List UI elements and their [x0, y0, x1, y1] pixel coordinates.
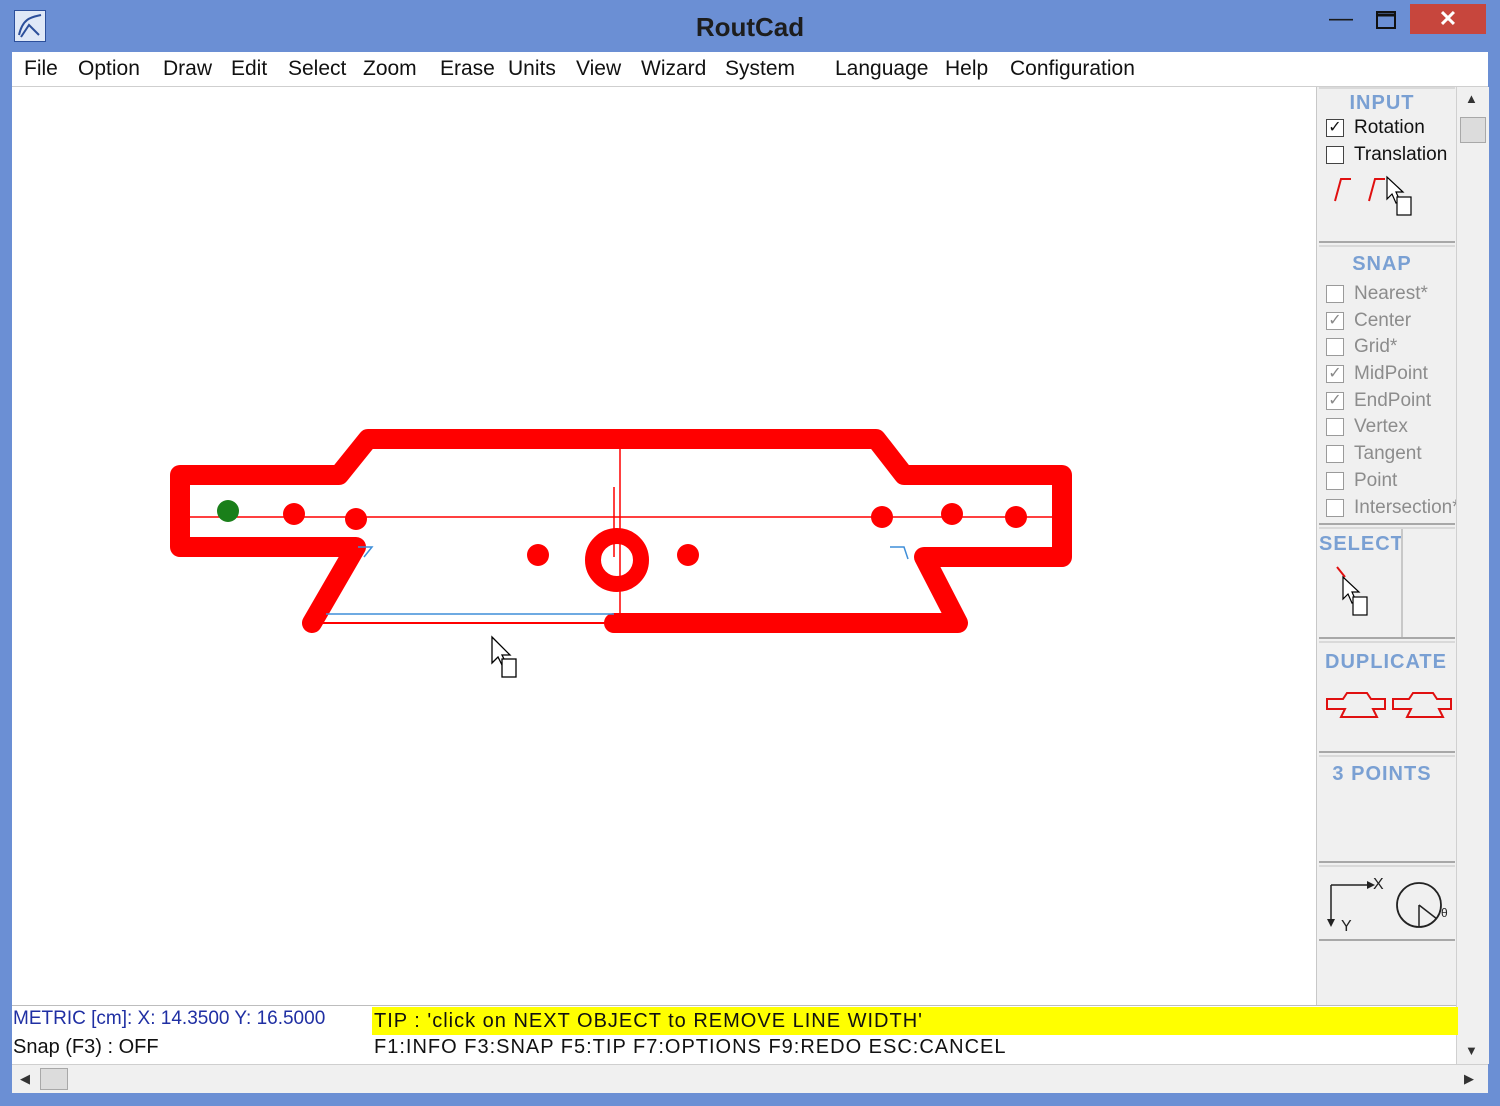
horizontal-scrollbar[interactable]: ◀ ▶ — [12, 1064, 1488, 1093]
menu-zoom[interactable]: Zoom — [363, 57, 417, 81]
hole — [677, 544, 699, 566]
menu-language[interactable]: Language — [835, 57, 928, 81]
select-tool-icon[interactable] — [1329, 565, 1389, 629]
snap-center-checkbox[interactable]: ✓ Center — [1326, 310, 1456, 332]
snap-nearest-checkbox[interactable]: Nearest* — [1326, 283, 1456, 305]
menu-system[interactable]: System — [725, 57, 795, 81]
menu-option[interactable]: Option — [78, 57, 140, 81]
vertical-scrollbar[interactable]: ▲ ▼ — [1456, 87, 1489, 1064]
cursor-coordinates: METRIC [cm]: X: 14.3500 Y: 16.5000 — [13, 1008, 326, 1029]
three-points-title: 3 POINTS — [1332, 763, 1432, 785]
hole — [941, 503, 963, 525]
pointer-cursor-icon — [491, 635, 517, 678]
duplicate-tool-icon[interactable] — [1323, 689, 1455, 725]
menu-configuration[interactable]: Configuration — [1010, 57, 1135, 81]
menu-units[interactable]: Units — [508, 57, 556, 81]
checkbox-box — [1326, 146, 1344, 164]
hole — [527, 544, 549, 566]
scroll-down-icon[interactable]: ▼ — [1465, 1043, 1478, 1058]
snap-section: SNAP Nearest* ✓ Center Grid* ✓ MidPoint ✓ E… — [1319, 245, 1460, 525]
axis-y-label: Y — [1341, 918, 1352, 935]
tip-message: TIP : 'click on NEXT OBJECT to REMOVE LI… — [372, 1007, 1458, 1035]
selected-point — [217, 500, 239, 522]
menu-draw[interactable]: Draw — [163, 57, 212, 81]
shortcut-keys: F1:INFO F3:SNAP F5:TIP F7:OPTIONS F9:RED… — [374, 1036, 1007, 1058]
snap-tangent-checkbox[interactable]: Tangent — [1326, 443, 1456, 465]
hole — [871, 506, 893, 528]
status-bar: METRIC [cm]: X: 14.3500 Y: 16.5000 Snap … — [12, 1005, 1458, 1065]
cad-drawing[interactable] — [12, 87, 1316, 1005]
scroll-up-icon[interactable]: ▲ — [1465, 91, 1478, 106]
input-mode-icons[interactable] — [1329, 173, 1439, 225]
rotation-checkbox[interactable]: ✓ Rotation — [1326, 117, 1456, 139]
scroll-right-icon[interactable]: ▶ — [1464, 1071, 1474, 1087]
scroll-left-icon[interactable]: ◀ — [20, 1071, 30, 1087]
translation-checkbox[interactable]: Translation — [1326, 144, 1456, 166]
menu-erase[interactable]: Erase — [440, 57, 495, 81]
hole — [1005, 506, 1027, 528]
checkbox-box: ✓ — [1326, 119, 1344, 137]
snap-midpoint-checkbox[interactable]: ✓ MidPoint — [1326, 363, 1456, 385]
axis-theta-label: θ — [1441, 906, 1448, 920]
duplicate-title: DUPLICATE — [1325, 651, 1447, 673]
snap-vertex-checkbox[interactable]: Vertex — [1326, 416, 1456, 438]
menu-bar: File Option Draw Edit Select Zoom Erase … — [12, 52, 1488, 87]
axes-section: X Y θ — [1319, 865, 1455, 941]
drawing-canvas[interactable] — [12, 87, 1316, 1005]
three-points-section[interactable]: 3 POINTS — [1319, 755, 1455, 863]
window-title: RoutCad — [695, 12, 805, 42]
select-section: SELECT — [1319, 527, 1455, 639]
menu-edit[interactable]: Edit — [231, 57, 267, 81]
menu-help[interactable]: Help — [945, 57, 988, 81]
menu-file[interactable]: File — [24, 57, 58, 81]
input-section: INPUT ✓ Rotation Translation — [1319, 87, 1455, 243]
menu-wizard[interactable]: Wizard — [641, 57, 706, 81]
tool-panel: INPUT ✓ Rotation Translation SNAP Neares… — [1316, 87, 1460, 1005]
maximize-icon[interactable] — [1368, 4, 1404, 34]
snap-intersection-checkbox[interactable]: Intersection* — [1326, 497, 1460, 519]
input-title: INPUT — [1349, 92, 1415, 114]
snap-point-checkbox[interactable]: Point — [1326, 470, 1456, 492]
snap-grid-checkbox[interactable]: Grid* — [1326, 336, 1456, 358]
center-ring — [585, 528, 649, 592]
close-icon[interactable]: ✕ — [1410, 4, 1486, 34]
vertical-scroll-thumb[interactable] — [1460, 117, 1486, 143]
horizontal-scroll-thumb[interactable] — [40, 1068, 68, 1090]
snap-status: Snap (F3) : OFF — [13, 1036, 159, 1058]
title-bar: RoutCad — ✕ — [0, 0, 1500, 52]
menu-view[interactable]: View — [576, 57, 621, 81]
menu-select[interactable]: Select — [288, 57, 346, 81]
snap-endpoint-checkbox[interactable]: ✓ EndPoint — [1326, 390, 1456, 412]
hole — [345, 508, 367, 530]
coordinate-axes-icon[interactable]: X Y θ — [1323, 875, 1453, 935]
snap-title: SNAP — [1352, 253, 1412, 275]
minimize-icon[interactable]: — — [1324, 4, 1358, 34]
duplicate-section: DUPLICATE — [1319, 641, 1455, 753]
select-title: SELECT — [1319, 533, 1404, 555]
hole — [283, 503, 305, 525]
select-divider — [1401, 529, 1403, 637]
reference-mark-right — [890, 546, 909, 560]
axis-x-label: X — [1373, 876, 1384, 893]
